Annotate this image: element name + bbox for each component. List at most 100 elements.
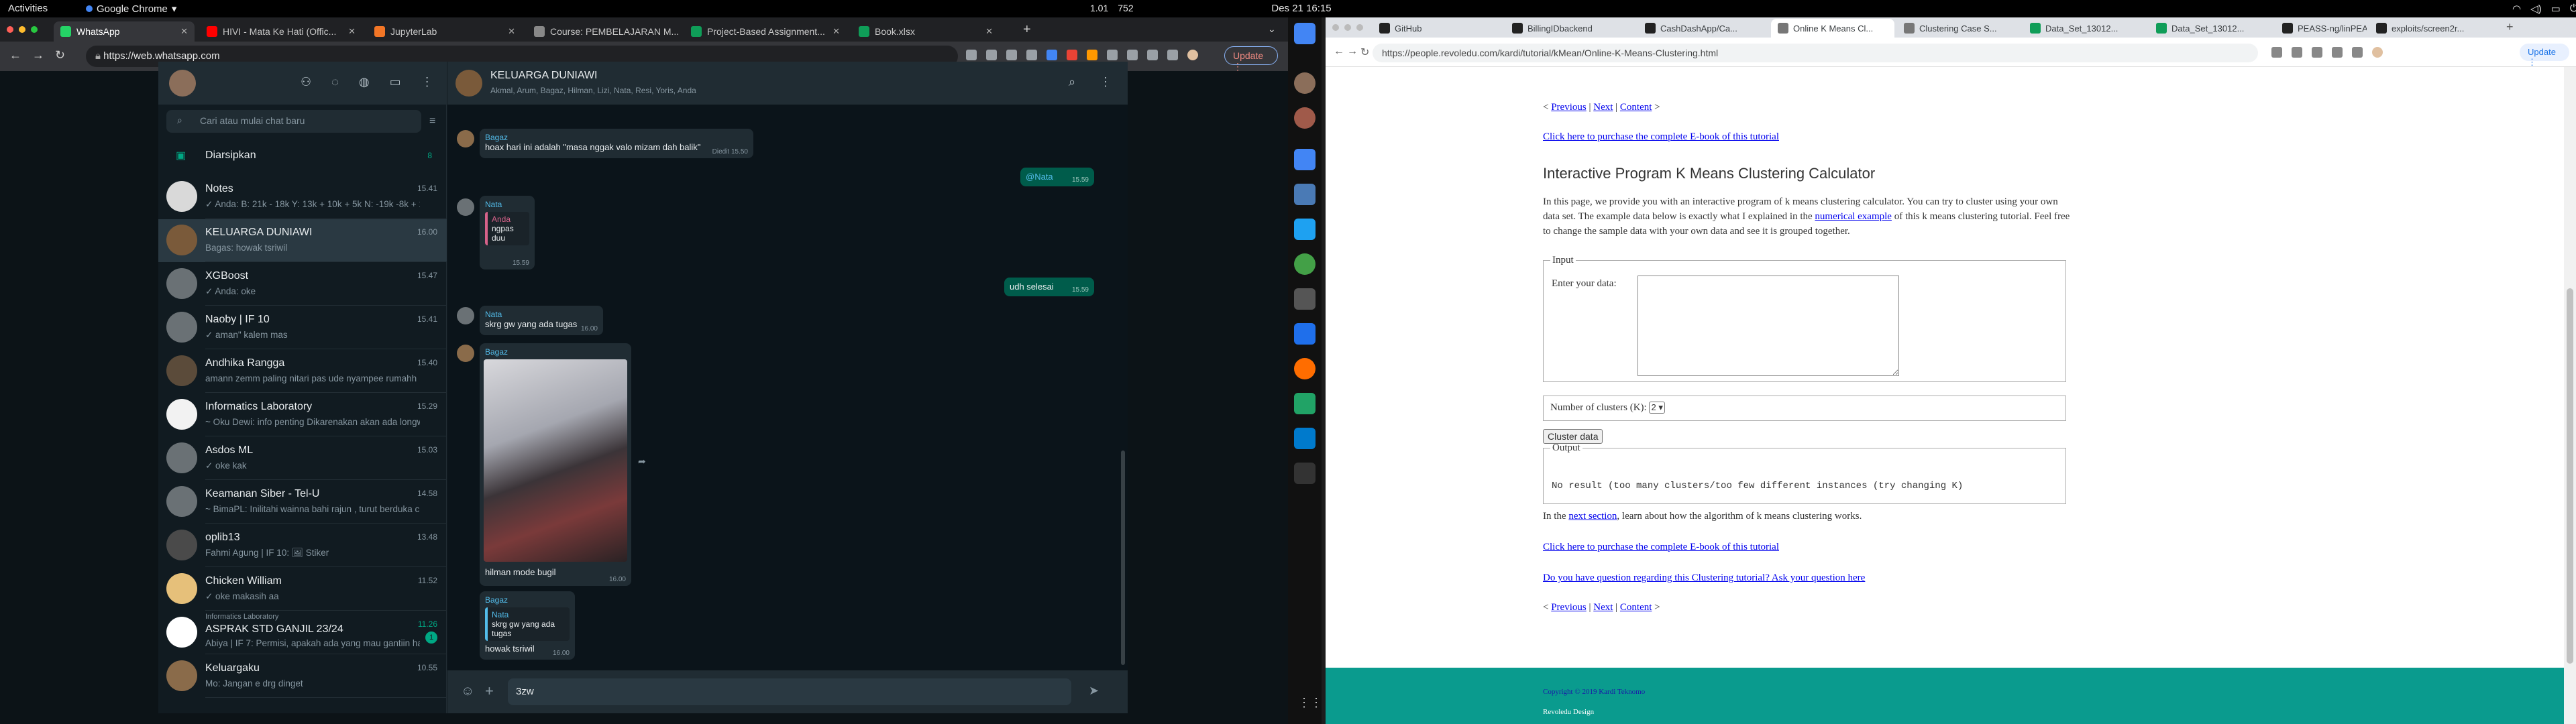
- chat-row[interactable]: Chicken William ✓ oke makasih aa 11.52: [158, 568, 447, 611]
- tab-close-icon[interactable]: ✕: [985, 26, 993, 37]
- dock-app-icon[interactable]: [1294, 253, 1316, 275]
- dock-vscode-icon[interactable]: [1294, 428, 1316, 449]
- extension-icon[interactable]: [1087, 50, 1097, 60]
- new-tab-button[interactable]: +: [1023, 22, 1031, 38]
- page-scrollbar[interactable]: [2564, 67, 2576, 724]
- next-link[interactable]: Next: [1593, 102, 1613, 113]
- profile-avatar[interactable]: [1187, 50, 1198, 60]
- sidepanel-icon[interactable]: [2352, 47, 2363, 58]
- tab-3[interactable]: JupyterLab ✕: [368, 21, 522, 42]
- chat-row[interactable]: Notes ✓ Anda: B: 21k - 18k Y: 13k + 10k +…: [158, 176, 447, 219]
- archived-row[interactable]: ▣ Diarsipkan 8: [158, 139, 447, 173]
- chat-row[interactable]: Keluargaku Mo: Jangan e drg dinget 10.55: [158, 655, 447, 698]
- tab-7[interactable]: Data_Set_13012...: [2149, 19, 2273, 38]
- filter-icon[interactable]: ≡: [429, 115, 435, 127]
- extensions-puzzle-icon[interactable]: [1107, 50, 1118, 60]
- minimize-window-button[interactable]: [19, 26, 25, 33]
- tab-search-icon[interactable]: ⌄: [1268, 23, 1276, 35]
- tab-2[interactable]: HIVI - Mata Ke Hati (Offic... ✕: [200, 21, 362, 42]
- dock-app-icon[interactable]: [1294, 184, 1316, 205]
- update-button[interactable]: Update ⋮: [2520, 44, 2569, 67]
- back-icon[interactable]: ←: [9, 48, 21, 62]
- quoted-message[interactable]: Nata skrg gw yang ada tugas: [485, 607, 570, 641]
- system-tray[interactable]: ◠ ◁) ▭ ⏻: [2512, 3, 2576, 15]
- clock[interactable]: Des 21 16:15: [1140, 3, 1462, 14]
- share-icon[interactable]: [1006, 50, 1017, 60]
- send-icon[interactable]: ➤: [1089, 684, 1099, 698]
- chat-row[interactable]: Asdos ML ✓ oke kak 15.03: [158, 437, 447, 480]
- message-bubble[interactable]: Nata Anda ngpas duu 15.59: [480, 196, 535, 269]
- next-section-link[interactable]: next section: [1568, 511, 1617, 522]
- bookmark-star-icon[interactable]: [2292, 47, 2302, 58]
- dock-app-icon[interactable]: [1294, 219, 1316, 240]
- content-link[interactable]: Content: [1620, 102, 1652, 113]
- dock-app-icon[interactable]: [1294, 393, 1316, 414]
- bookmark-star-icon[interactable]: [1026, 50, 1037, 60]
- previous-link[interactable]: Previous: [1551, 602, 1587, 613]
- previous-link[interactable]: Previous: [1551, 102, 1587, 113]
- tab-close-icon[interactable]: ✕: [508, 26, 515, 37]
- back-icon[interactable]: ←: [1334, 46, 1344, 58]
- message-bubble[interactable]: Nata skrg gw yang ada tugas 16.00: [480, 306, 603, 335]
- tab-6[interactable]: Data_Set_13012...: [2023, 19, 2147, 38]
- tab-4[interactable]: Online K Means Cl...: [1771, 19, 1894, 38]
- address-bar[interactable]: https://people.revoledu.com/kardi/tutori…: [1373, 44, 2258, 62]
- minimize-window-button[interactable]: [1344, 24, 1351, 31]
- clusters-select[interactable]: 2 ▾: [1649, 402, 1665, 414]
- message-bubble[interactable]: Bagaz Nata skrg gw yang ada tugas howak …: [480, 591, 575, 660]
- quoted-message[interactable]: Anda ngpas duu: [485, 212, 529, 245]
- message-bubble[interactable]: Bagaz hoax hari ini adalah "masa nggak v…: [480, 129, 753, 158]
- dock-app-icon[interactable]: [1294, 323, 1316, 345]
- dock-chrome-icon[interactable]: [1294, 149, 1316, 170]
- menu-icon[interactable]: ⋮: [421, 75, 433, 89]
- update-button[interactable]: Update ⋮: [1224, 46, 1278, 72]
- message-bubble-out[interactable]: @Nata 15.59: [1020, 168, 1094, 186]
- new-chat-icon[interactable]: ▭: [390, 75, 401, 89]
- conversation-header[interactable]: KELUARGA DUNIAWI Akmal, Arum, Bagaz, Hil…: [447, 62, 1128, 105]
- tab-5[interactable]: Clustering Case S...: [1897, 19, 2021, 38]
- chat-row[interactable]: Naoby | IF 10 ✓ aman" kalem mas 15.41: [158, 306, 447, 349]
- extension-icon[interactable]: [1067, 50, 1077, 60]
- reload-icon[interactable]: ↻: [55, 48, 65, 62]
- tab-1[interactable]: GitHub: [1373, 19, 1503, 38]
- cluster-data-button[interactable]: Cluster data: [1543, 429, 1603, 444]
- my-avatar[interactable]: [169, 70, 196, 97]
- chat-row[interactable]: Keamanan Siber - Tel-U ~ BimaPL: Inilitah…: [158, 481, 447, 524]
- download-icon[interactable]: [2332, 47, 2343, 58]
- app-menu[interactable]: Google Chrome ▾: [86, 3, 176, 15]
- new-tab-button[interactable]: +: [2506, 20, 2514, 34]
- data-textarea[interactable]: [1638, 276, 1899, 376]
- dock-app-icon[interactable]: [1294, 72, 1316, 94]
- download-icon[interactable]: [1147, 50, 1158, 60]
- attach-icon[interactable]: +: [485, 682, 494, 700]
- tab-3[interactable]: CashDashApp/Ca...: [1638, 19, 1768, 38]
- dock-app-icon[interactable]: [1294, 107, 1316, 129]
- message-input[interactable]: 3zw: [508, 678, 1071, 705]
- chat-row[interactable]: Informatics Laboratory ASPRAK STD GANJIL …: [158, 611, 447, 654]
- zoom-icon[interactable]: [986, 50, 997, 60]
- chat-row[interactable]: XGBoost ✓ Anda: oke 15.47: [158, 263, 447, 306]
- tab-close-icon[interactable]: ✕: [833, 26, 840, 37]
- tab-8[interactable]: PEASS-ng/linPEA...: [2275, 19, 2367, 38]
- sidepanel-icon[interactable]: [1167, 50, 1178, 60]
- purchase-link[interactable]: Click here to purchase the complete E-bo…: [1543, 131, 1779, 143]
- close-window-button[interactable]: [1332, 24, 1339, 31]
- photo-thumbnail[interactable]: [484, 359, 627, 562]
- reload-icon[interactable]: ↻: [1360, 46, 1369, 59]
- image-message-bubble[interactable]: Bagaz hilman mode bugil 16.00: [480, 343, 631, 586]
- extensions-puzzle-icon[interactable]: [2312, 47, 2322, 58]
- profile-avatar[interactable]: [2372, 47, 2383, 58]
- chat-row[interactable]: oplib13 Fahmi Agung | IF 10: 🖼 Stiker 13.4…: [158, 524, 447, 567]
- chat-row[interactable]: Informatics Laboratory ~ Oku Dewi: info p…: [158, 394, 447, 436]
- forward-icon[interactable]: →: [1347, 46, 1358, 58]
- tab-5[interactable]: Project-Based Assignment... ✕: [684, 21, 847, 42]
- activities-button[interactable]: Activities: [8, 3, 48, 14]
- maximize-window-button[interactable]: [31, 26, 38, 33]
- numerical-example-link[interactable]: numerical example: [1815, 211, 1892, 222]
- ask-question-link[interactable]: Do you have question regarding this Clus…: [1543, 572, 1865, 584]
- purchase-link-bottom[interactable]: Click here to purchase the complete E-bo…: [1543, 542, 1779, 553]
- dock-app-icon[interactable]: [1294, 358, 1316, 379]
- dock-chrome-icon[interactable]: [1294, 23, 1316, 44]
- app-grid-icon[interactable]: ⋮⋮: [1298, 696, 1322, 710]
- forward-icon[interactable]: →: [32, 48, 44, 62]
